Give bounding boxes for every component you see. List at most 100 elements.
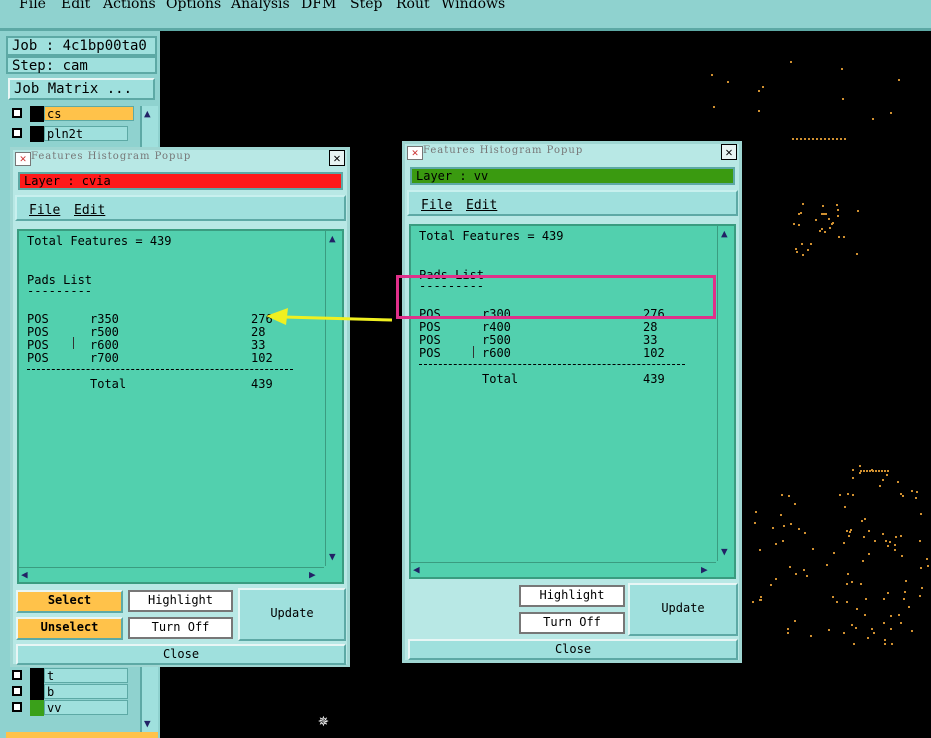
main-menubar: File Edit Actions Options Analysis DFM S…: [0, 0, 931, 31]
board-dot: [751, 601, 754, 604]
board-dot: [758, 110, 761, 113]
close-button[interactable]: Close: [16, 644, 346, 665]
vertical-scrollbar[interactable]: ▲ ▼: [717, 226, 734, 561]
total-label: Total: [482, 372, 519, 386]
board-dot: [828, 138, 830, 140]
menu-step[interactable]: Step: [350, 0, 382, 12]
layer-checkbox[interactable]: [12, 686, 22, 696]
total-separator: [27, 369, 293, 371]
board-dot: [842, 632, 845, 635]
board-dot: [858, 465, 861, 468]
menu-analysis[interactable]: Analysis: [231, 0, 290, 12]
vertical-scrollbar[interactable]: ▲ ▼: [325, 231, 342, 566]
close-icon[interactable]: ✕: [329, 150, 345, 166]
scroll-left-icon[interactable]: ◀: [413, 564, 420, 575]
board-dot: [899, 535, 902, 538]
board-dot: [793, 502, 796, 505]
step-label: Step: cam: [6, 56, 157, 74]
layer-checkbox[interactable]: [12, 128, 22, 138]
board-dot: [799, 212, 802, 215]
board-dot: [712, 105, 715, 108]
board-dot: [915, 491, 918, 494]
board-dot: [900, 554, 903, 557]
board-dot: [921, 587, 924, 590]
close-button[interactable]: Close: [408, 639, 738, 660]
board-dot: [894, 544, 897, 547]
board-dot: [789, 566, 792, 569]
board-dot: [868, 552, 871, 555]
board-dot: [793, 222, 796, 225]
update-button[interactable]: Update: [628, 583, 738, 636]
board-dot: [852, 643, 855, 646]
horizontal-scrollbar[interactable]: ◀ ▶: [411, 562, 716, 577]
scroll-up-icon[interactable]: ▲: [144, 108, 151, 119]
horizontal-scrollbar[interactable]: ◀ ▶: [19, 567, 324, 582]
scroll-down-icon[interactable]: ▼: [721, 546, 728, 557]
layer-name: b: [44, 684, 128, 699]
row-type: POS: [27, 351, 49, 365]
popup-menubar: File Edit: [407, 190, 738, 216]
menu-rout[interactable]: Rout: [396, 0, 430, 12]
unselect-button[interactable]: Unselect: [16, 617, 123, 640]
board-dot: [919, 539, 922, 542]
board-dot: [897, 79, 900, 82]
scroll-left-icon[interactable]: ◀: [21, 569, 28, 580]
popup-titlebar[interactable]: ✕ Features Histogram Popup ✕: [405, 144, 739, 160]
menu-actions[interactable]: Actions: [103, 0, 156, 12]
scroll-down-icon[interactable]: ▼: [144, 718, 151, 729]
board-dot: [919, 594, 922, 597]
scroll-right-icon[interactable]: ▶: [701, 564, 708, 575]
board-dot: [770, 584, 773, 587]
board-dot: [758, 89, 761, 92]
popup-titlebar[interactable]: ✕ Features Histogram Popup ✕: [13, 150, 347, 166]
scroll-down-icon[interactable]: ▼: [329, 551, 336, 562]
update-button[interactable]: Update: [238, 588, 346, 641]
job-matrix-button[interactable]: Job Matrix ...: [8, 78, 155, 100]
board-dot: [775, 577, 778, 580]
row-type: POS: [419, 346, 441, 360]
board-dot: [816, 138, 818, 140]
scroll-up-icon[interactable]: ▲: [329, 233, 336, 244]
board-dot: [855, 607, 858, 610]
board-dot: [860, 470, 862, 472]
board-dot: [802, 202, 805, 205]
scroll-right-icon[interactable]: ▶: [309, 569, 316, 580]
layer-swatch: [30, 126, 44, 142]
row-symbol: r600: [482, 346, 511, 360]
menu-dfm[interactable]: DFM: [301, 0, 336, 12]
board-dot: [849, 531, 852, 534]
layer-checkbox[interactable]: [12, 702, 22, 712]
histogram-text-area[interactable]: Total Features = 439 Pads List ---------…: [17, 229, 344, 584]
menu-options[interactable]: Options: [166, 0, 221, 12]
board-dot: [781, 540, 784, 543]
histogram-popup-vv: ✕ Features Histogram Popup ✕ Layer : vv …: [402, 141, 742, 663]
highlight-button[interactable]: Highlight: [519, 585, 625, 607]
board-dot: [871, 118, 874, 121]
total-value: 439: [251, 377, 273, 391]
popup-menubar: File Edit: [15, 195, 346, 221]
board-dot: [754, 521, 757, 524]
board-dot: [845, 529, 848, 532]
turn-off-button[interactable]: Turn Off: [128, 617, 233, 639]
board-dot: [873, 540, 876, 543]
menu-edit[interactable]: Edit: [61, 0, 90, 12]
crosshair-cursor-icon: ✵: [318, 710, 329, 731]
select-button[interactable]: Select: [16, 590, 123, 613]
board-dot: [863, 470, 865, 472]
board-dot: [882, 597, 885, 600]
board-dot: [890, 628, 893, 631]
board-dot: [889, 540, 892, 543]
menu-windows[interactable]: Windows: [441, 0, 505, 12]
board-dot: [905, 580, 908, 583]
highlight-button[interactable]: Highlight: [128, 590, 233, 612]
turn-off-button[interactable]: Turn Off: [519, 612, 625, 634]
board-dot: [847, 535, 850, 538]
board-dot: [894, 549, 897, 552]
board-dot: [851, 477, 854, 480]
menu-file[interactable]: File: [19, 0, 46, 12]
scroll-up-icon[interactable]: ▲: [721, 228, 728, 239]
layer-checkbox[interactable]: [12, 670, 22, 680]
board-dot: [864, 614, 867, 617]
close-icon[interactable]: ✕: [721, 144, 737, 160]
layer-checkbox[interactable]: [12, 108, 22, 118]
